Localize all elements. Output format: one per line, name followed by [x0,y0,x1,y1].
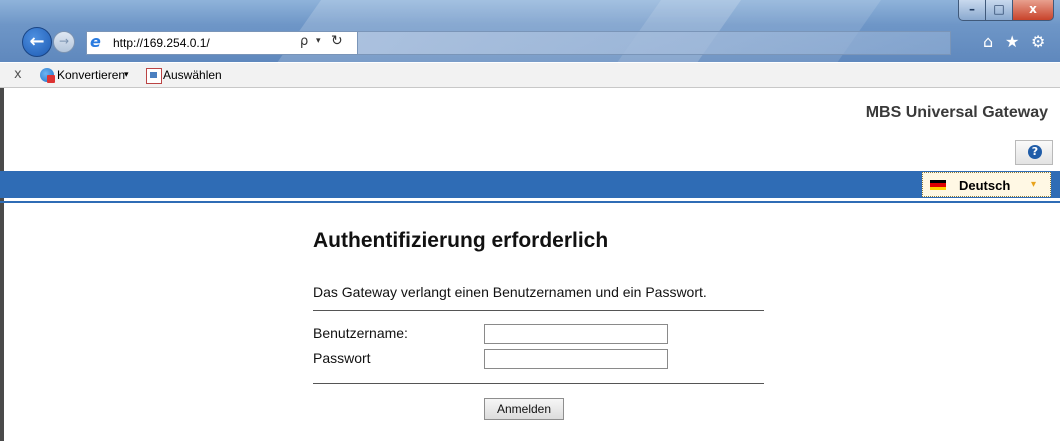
header-band-underline [0,201,1060,203]
close-toolbar-icon[interactable]: x [14,67,22,82]
german-flag-icon [930,180,946,190]
home-icon[interactable]: ⌂ [983,32,993,51]
browser-toolbar-icons: ⌂ ★ ⚙ [983,32,1053,52]
maximize-button[interactable]: □ [985,0,1013,21]
window-controls: – □ x [958,0,1054,22]
product-title: MBS Universal Gateway [865,104,1048,121]
address-bar[interactable]: e http://169.254.0.1/ ρ ▾ ↻ [86,31,358,55]
gear-icon[interactable]: ⚙ [1031,32,1045,51]
auth-description: Das Gateway verlangt einen Benutzernamen… [313,284,707,300]
page-title: Authentifizierung erforderlich [313,229,609,252]
command-bar: x Konvertieren ▾ Auswählen [0,63,1060,88]
username-label: Benutzername: [313,325,408,341]
close-window-button[interactable]: x [1012,0,1054,21]
divider [313,310,764,311]
header-band [0,171,1060,198]
back-button[interactable]: ← [22,27,52,57]
language-label: Deutsch [959,178,1011,193]
forward-button[interactable]: → [53,31,75,53]
username-input[interactable] [484,324,668,344]
url-text[interactable]: http://169.254.0.1/ [113,36,210,50]
tab-strip[interactable] [357,31,951,55]
search-icon[interactable]: ρ [300,34,308,49]
select-button[interactable]: Auswählen [163,68,222,82]
window-left-edge [0,88,4,441]
ie-logo-icon: e [90,32,101,51]
select-pdf-icon [146,68,162,84]
convert-dropdown-icon[interactable]: ▾ [124,70,129,80]
address-dropdown-icon[interactable]: ▾ [316,36,321,46]
back-arrow-icon: ← [29,31,45,52]
help-icon: ? [1028,145,1042,159]
forward-arrow-icon: → [58,34,70,48]
refresh-icon[interactable]: ↻ [331,33,343,49]
language-select[interactable]: Deutsch ▾ [922,172,1051,197]
star-icon[interactable]: ★ [1005,32,1019,51]
password-input[interactable] [484,349,668,369]
minimize-button[interactable]: – [958,0,986,21]
help-button[interactable]: ? [1015,140,1053,165]
browser-title-bar: – □ x ← → e http://169.254.0.1/ ρ ▾ ↻ ⌂ … [0,0,1060,62]
convert-button[interactable]: Konvertieren [57,68,125,82]
password-label: Passwort [313,350,371,366]
chevron-down-icon: ▾ [1031,179,1037,190]
login-button[interactable]: Anmelden [484,398,564,420]
divider [313,383,764,384]
convert-pdf-icon [40,68,55,83]
